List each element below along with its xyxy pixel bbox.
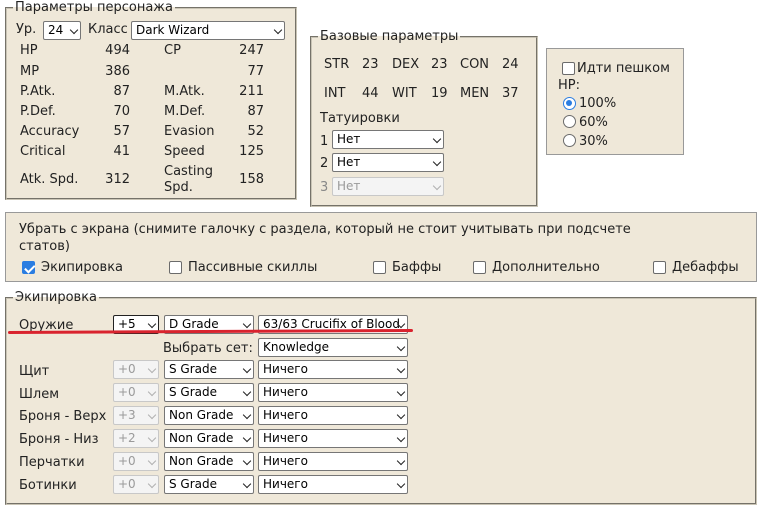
gloves-grade-select[interactable]: Non Grade (164, 452, 254, 471)
base-param-value: 44 (362, 86, 379, 101)
boots-grade-select[interactable]: S Grade (164, 475, 254, 494)
checkbox-label: Дебаффы (672, 260, 739, 275)
level-label: Ур. (16, 22, 37, 37)
checkbox-additional[interactable] (473, 261, 486, 274)
stat-value: 41 (113, 144, 130, 159)
stat-label: Casting Spd. (164, 164, 214, 195)
tattoo-number: 3 (320, 180, 329, 195)
tattoo-select-2[interactable]: Нет (332, 153, 444, 172)
checkbox-label: Экипировка (41, 260, 124, 275)
armor-top-enchant-select[interactable]: +3 (113, 406, 159, 425)
shield-item-select[interactable]: Ничего (258, 360, 408, 379)
boots-item-select[interactable]: Ничего (258, 475, 408, 494)
stat-label: HP (20, 43, 38, 58)
stat-label: M.Atk. (164, 84, 205, 99)
walk-label: Идти пешком (577, 61, 670, 76)
helmet-grade-select[interactable]: S Grade (164, 383, 254, 402)
equipment-legend: Экипировка (15, 290, 98, 305)
equip-row-label: Ботинки (19, 478, 77, 493)
set-label: Выбрать сет: (163, 341, 253, 356)
stat-value: 70 (113, 104, 130, 119)
hp-radio-100[interactable] (563, 97, 576, 110)
tattoo-select-1[interactable]: Нет (332, 130, 444, 149)
stat-label: P.Atk. (20, 84, 56, 99)
base-param-name: DEX (392, 57, 420, 72)
tattoo-number: 2 (320, 156, 329, 171)
base-param-name: WIT (392, 86, 417, 101)
stat-value: 211 (239, 84, 264, 99)
stat-value: 494 (105, 43, 130, 58)
level-select[interactable]: 24 (43, 21, 81, 40)
checkbox-debuffs[interactable] (653, 261, 666, 274)
checkbox-equipment[interactable] (22, 261, 35, 274)
armor-bottom-grade-select[interactable]: Non Grade (164, 429, 254, 448)
stat-label: CP (164, 43, 181, 58)
armor-bottom-item-select[interactable]: Ничего (258, 429, 408, 448)
base-param-name: STR (324, 57, 350, 72)
hp-option-label: 60% (579, 115, 608, 130)
equip-row-label: Шлем (19, 387, 60, 402)
stat-value: 158 (239, 172, 264, 187)
hp-label: HP: (558, 78, 580, 93)
equip-row-label: Броня - Низ (19, 432, 99, 447)
checkbox-label: Пассивные скиллы (188, 260, 318, 275)
stat-value: 77 (247, 64, 264, 79)
armor-bottom-enchant-select[interactable]: +2 (113, 429, 159, 448)
class-select[interactable]: Dark Wizard (131, 21, 285, 40)
equip-row-label: Щит (19, 364, 50, 379)
stat-value: 247 (239, 43, 264, 58)
shield-enchant-select[interactable]: +0 (113, 360, 159, 379)
checkbox-label: Дополнительно (492, 260, 600, 275)
base-params-legend: Базовые параметры (320, 29, 459, 44)
tattoo-select-3[interactable]: Нет (332, 177, 444, 196)
base-param-value: 23 (362, 57, 379, 72)
stat-value: 57 (113, 124, 130, 139)
hp-option-label: 30% (579, 134, 608, 149)
armor-top-grade-select[interactable]: Non Grade (164, 406, 254, 425)
character-params-legend: Параметры персонажа (15, 0, 173, 15)
base-param-value: 19 (431, 86, 448, 101)
stat-value: 87 (113, 84, 130, 99)
checkbox-passive-skills[interactable] (169, 261, 182, 274)
stat-value: 87 (247, 104, 264, 119)
checkbox-buffs[interactable] (373, 261, 386, 274)
stat-label: M.Def. (164, 104, 206, 119)
stat-label: Accuracy (20, 124, 80, 139)
checkbox-label: Баффы (392, 260, 442, 275)
base-param-name: INT (324, 86, 346, 101)
stat-value: 125 (239, 144, 264, 159)
hp-radio-60[interactable] (563, 115, 576, 128)
helmet-item-select[interactable]: Ничего (258, 383, 408, 402)
stat-value: 52 (247, 124, 264, 139)
stat-value: 312 (105, 172, 130, 187)
boots-enchant-select[interactable]: +0 (113, 475, 159, 494)
stat-label: Critical (20, 144, 66, 159)
shield-grade-select[interactable]: S Grade (164, 360, 254, 379)
base-param-name: MEN (460, 86, 490, 101)
hide-sections-text: Убрать с экрана (снимите галочку с разде… (19, 222, 631, 254)
base-param-name: CON (460, 57, 490, 72)
hp-option-label: 100% (579, 96, 617, 111)
class-label: Класс (88, 22, 128, 37)
stat-label: Evasion (164, 124, 215, 139)
stat-label: Speed (164, 144, 205, 159)
equip-row-label: Броня - Верх (19, 409, 107, 424)
base-param-value: 24 (502, 57, 519, 72)
tattoo-number: 1 (320, 134, 329, 149)
set-select[interactable]: Knowledge (258, 338, 408, 357)
stat-label: Atk. Spd. (20, 172, 79, 187)
stat-value: 386 (105, 64, 130, 79)
gloves-item-select[interactable]: Ничего (258, 452, 408, 471)
gloves-enchant-select[interactable]: +0 (113, 452, 159, 471)
helmet-enchant-select[interactable]: +0 (113, 383, 159, 402)
equip-row-label: Перчатки (19, 455, 85, 470)
base-param-value: 23 (431, 57, 448, 72)
stat-label: MP (20, 64, 40, 79)
armor-top-item-select[interactable]: Ничего (258, 406, 408, 425)
hp-radio-30[interactable] (563, 134, 576, 147)
base-param-value: 37 (502, 86, 519, 101)
tattoo-title: Татуировки (320, 111, 400, 126)
walk-checkbox[interactable] (562, 62, 575, 75)
stat-label: P.Def. (20, 104, 56, 119)
